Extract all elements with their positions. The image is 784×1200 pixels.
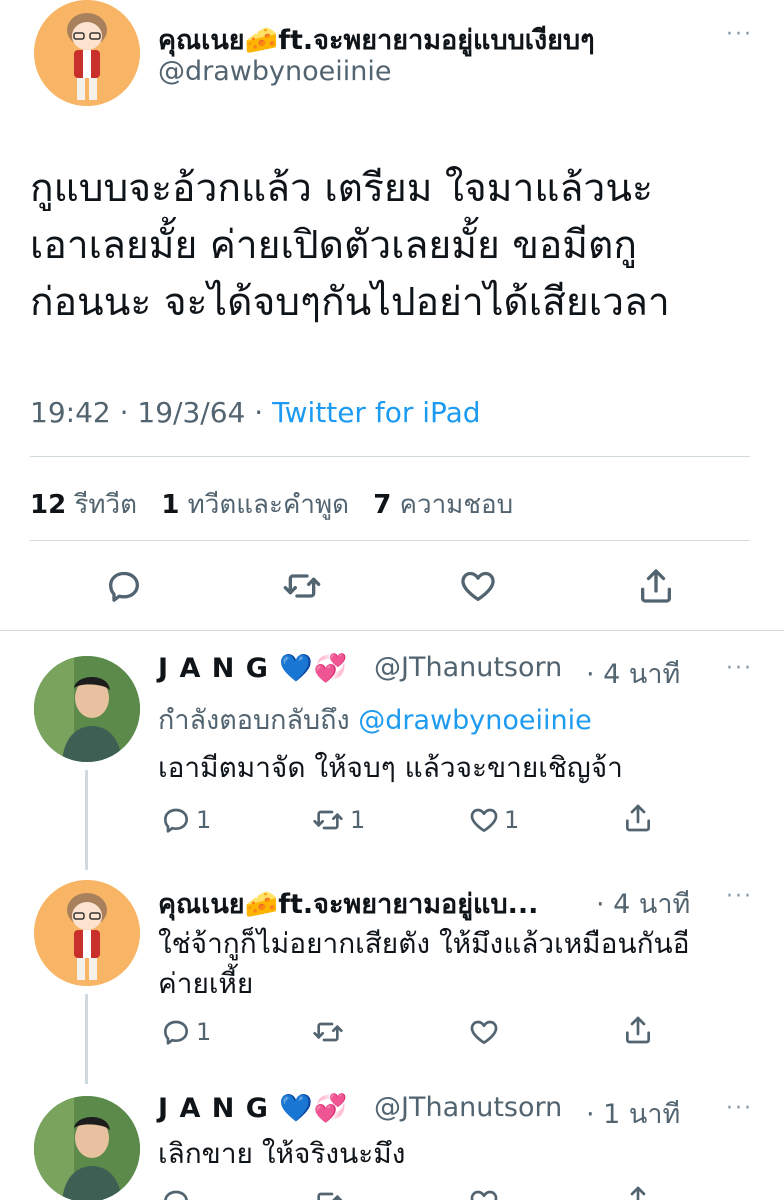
quotes-label: ทวีตและคำพูด	[187, 490, 349, 520]
share-icon	[630, 1186, 646, 1200]
reply-display-name[interactable]: J A N G 💙💞	[158, 1092, 349, 1124]
retweet-button[interactable]	[310, 1186, 346, 1200]
retweet-button[interactable]	[280, 566, 324, 606]
retweets-stat[interactable]: 12 รีทวีต	[30, 490, 137, 520]
tweet-time[interactable]: 19:42	[30, 396, 111, 429]
section-divider	[0, 630, 784, 631]
like-button[interactable]	[458, 566, 498, 606]
reply-handle[interactable]: @JThanutsorn	[374, 652, 562, 683]
main-tweet: คุณเนย🧀ft.จะพยายามอยู่แบบเงียบๆ @drawbyn…	[0, 0, 784, 630]
thread-line	[85, 994, 88, 1084]
reply-button[interactable]	[160, 1186, 192, 1200]
likes-count: 7	[373, 490, 392, 520]
reply-time[interactable]: · 4 นาที	[586, 652, 680, 695]
author-handle[interactable]: @drawbynoeiinie	[158, 56, 391, 87]
likes-label: ความชอบ	[399, 490, 514, 520]
meta-separator: ·	[254, 396, 264, 429]
like-icon	[470, 1020, 498, 1044]
share-button[interactable]	[636, 566, 676, 606]
divider	[30, 456, 750, 457]
reply-text-line: ใช่จ้ากูก็ไม่อยากเสียตัง ให้มึงแล้วเหมือ…	[158, 927, 690, 960]
tweet-source-link[interactable]: Twitter for iPad	[272, 396, 480, 429]
like-icon	[470, 1190, 498, 1200]
reply-text: เอามีตมาจัด ให้จบๆ แล้วจะขายเชิญจ้า	[158, 751, 623, 784]
more-icon[interactable]: ···	[726, 884, 753, 909]
retweet-icon	[313, 810, 343, 830]
tweet-text-line: กูแบบจะอ้วกแล้ว เตรียม ใจมาแล้วนะ	[30, 166, 653, 211]
tweet-meta: 19:42 · 19/3/64 · Twitter for iPad	[30, 396, 481, 429]
like-button[interactable]	[468, 1016, 500, 1048]
reply-avatar[interactable]	[34, 1096, 140, 1200]
retweet-icon	[317, 1192, 343, 1200]
retweet-count: 1	[350, 806, 366, 834]
reply-display-name[interactable]: คุณเนย🧀ft.จะพยายามอยู่แบ...	[158, 882, 538, 925]
share-button[interactable]	[622, 1184, 654, 1200]
replying-to: กำลังตอบกลับถึง @drawbynoeiinie	[158, 698, 592, 741]
more-icon[interactable]: ···	[726, 22, 753, 47]
retweet-icon	[313, 1022, 343, 1042]
reply-text: เลิกขาย ให้จริงนะมึง	[158, 1137, 406, 1170]
like-button[interactable]: 1	[468, 804, 519, 836]
reply-count: 1	[196, 806, 212, 834]
reply-button[interactable]	[104, 566, 144, 606]
reply-avatar[interactable]	[34, 880, 140, 986]
author-avatar[interactable]	[34, 0, 140, 106]
reply-display-name[interactable]: J A N G 💙💞	[158, 652, 349, 684]
replying-to-label: กำลังตอบกลับถึง	[158, 705, 350, 736]
share-icon	[626, 804, 650, 832]
reply-time[interactable]: · 4 นาที	[596, 882, 690, 925]
tweet-text-line: ก่อนนะ จะได้จบๆกันไปอย่าได้เสียเวลา	[30, 280, 670, 325]
tweet-date[interactable]: 19/3/64	[137, 396, 245, 429]
reply-icon	[164, 808, 188, 833]
share-button[interactable]	[622, 1014, 654, 1046]
reply-text-line: ค่ายเหี้ย	[158, 967, 254, 1000]
like-icon	[461, 571, 495, 601]
replying-to-handle[interactable]: @drawbynoeiinie	[358, 705, 591, 736]
tweet-text-line: เอาเลยมั้ย ค่ายเปิดตัวเลยมั้ย ขอมีตกู	[30, 223, 637, 268]
like-count: 1	[504, 806, 520, 834]
tweet-text: กูแบบจะอ้วกแล้ว เตรียม ใจมาแล้วนะ เอาเลย…	[30, 160, 770, 331]
reply-avatar[interactable]	[34, 656, 140, 762]
share-icon	[641, 569, 671, 603]
reply-time[interactable]: · 1 นาที	[586, 1092, 680, 1135]
reply-button[interactable]: 1	[160, 1016, 211, 1048]
quotes-stat[interactable]: 1 ทวีตและคำพูด	[161, 490, 349, 520]
retweet-button[interactable]: 1	[310, 804, 365, 836]
more-icon[interactable]: ···	[726, 656, 753, 681]
reply-icon	[164, 1020, 188, 1045]
tweet-stats: 12 รีทวีต 1 ทวีตและคำพูด 7 ความชอบ	[30, 484, 513, 525]
more-icon[interactable]: ···	[726, 1096, 753, 1121]
reply-text: ใช่จ้ากูก็ไม่อยากเสียตัง ให้มึงแล้วเหมือ…	[158, 924, 690, 1004]
retweet-button[interactable]	[310, 1016, 346, 1048]
share-button[interactable]	[622, 802, 654, 834]
reply-button[interactable]: 1	[160, 804, 211, 836]
divider	[30, 540, 750, 541]
retweet-icon	[283, 574, 321, 598]
meta-separator: ·	[119, 396, 129, 429]
reply-icon	[109, 571, 139, 602]
reply-icon	[164, 1190, 188, 1200]
likes-stat[interactable]: 7 ความชอบ	[373, 490, 513, 520]
retweets-count: 12	[30, 490, 67, 520]
author-display-name[interactable]: คุณเนย🧀ft.จะพยายามอยู่แบบเงียบๆ	[158, 18, 595, 61]
quotes-count: 1	[161, 490, 180, 520]
reply-handle[interactable]: @JThanutsorn	[374, 1092, 562, 1123]
reply-count: 1	[196, 1018, 212, 1046]
share-icon	[626, 1016, 650, 1044]
retweets-label: รีทวีต	[74, 490, 138, 520]
like-icon	[470, 808, 498, 832]
thread-line	[85, 770, 88, 870]
like-button[interactable]	[468, 1186, 500, 1200]
